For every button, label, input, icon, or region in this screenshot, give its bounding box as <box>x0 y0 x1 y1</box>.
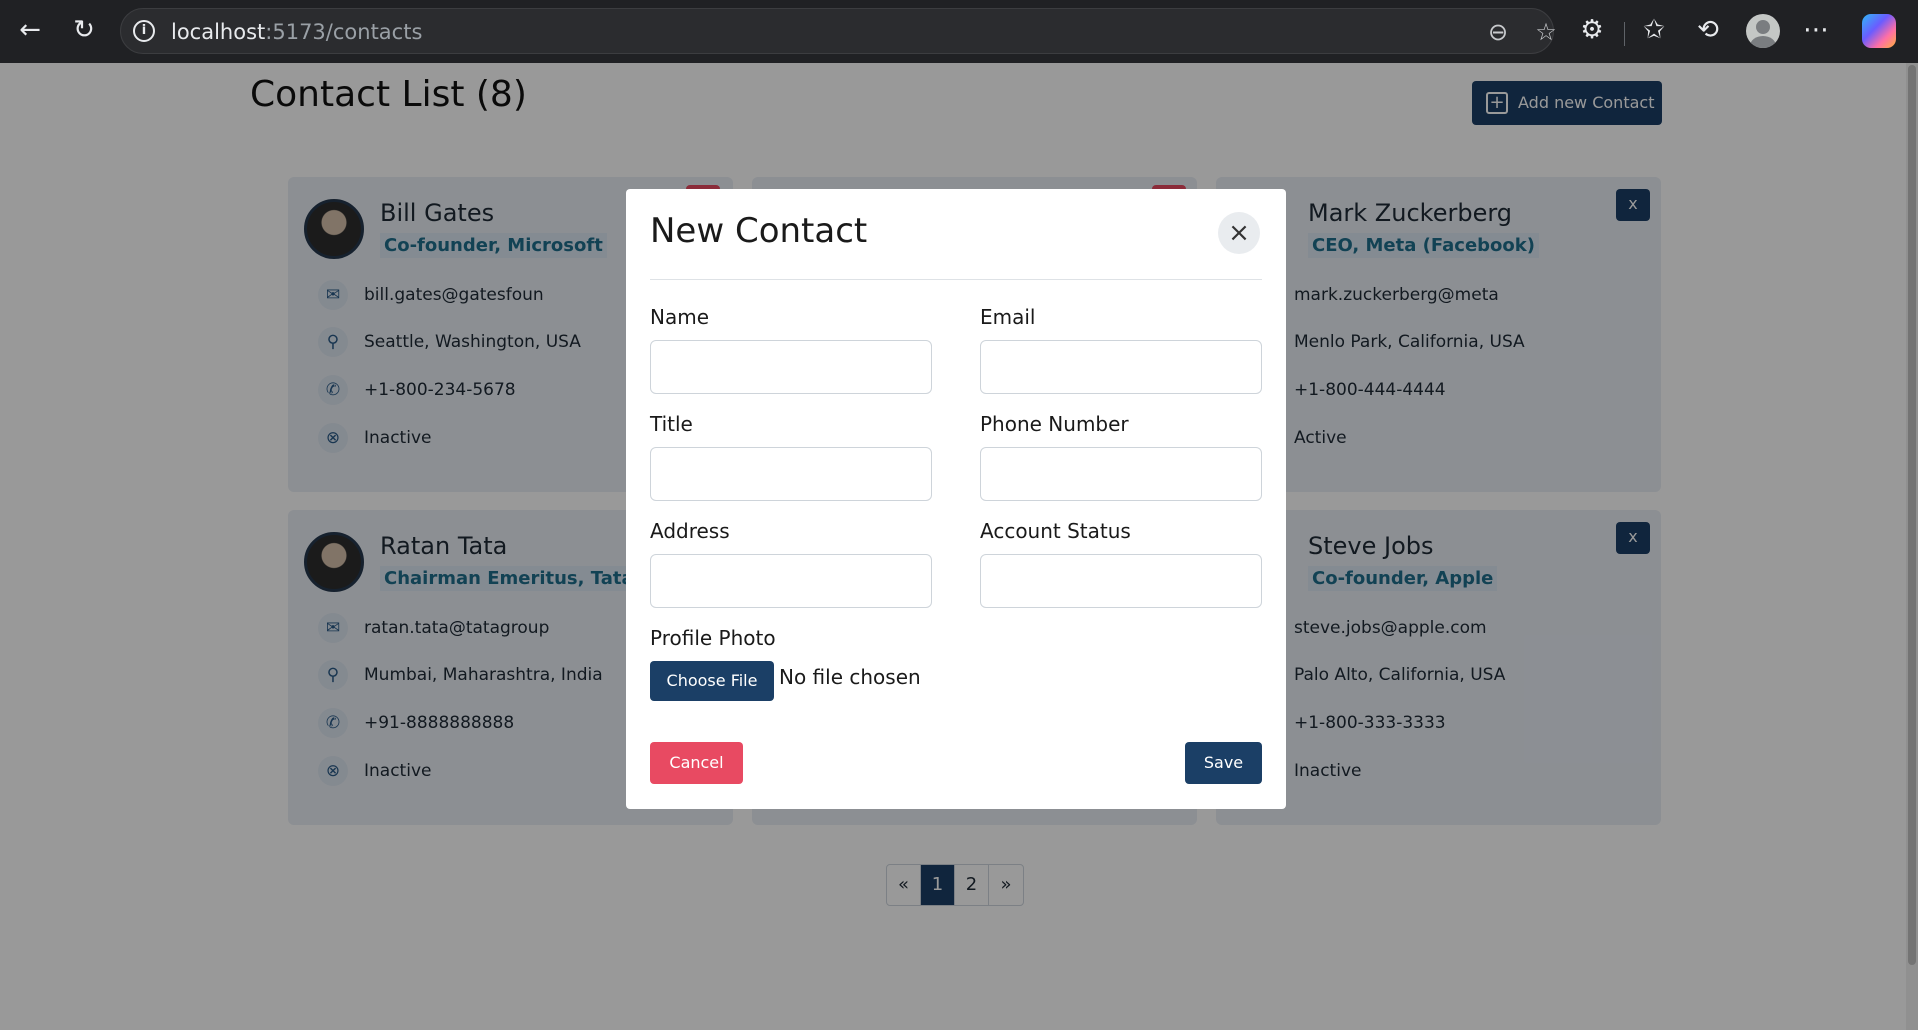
toolbar-divider <box>1624 22 1625 46</box>
favorite-star-icon[interactable]: ☆ <box>1531 17 1561 47</box>
url-text[interactable]: localhost:5173/contacts <box>171 20 422 44</box>
address-input[interactable] <box>650 554 932 608</box>
phone-input[interactable] <box>980 447 1262 501</box>
url-path: :5173/contacts <box>265 20 423 44</box>
cancel-button[interactable]: Cancel <box>650 742 743 784</box>
no-file-text: No file chosen <box>779 665 921 689</box>
address-bar[interactable]: i localhost:5173/contacts ⊖ ☆ <box>120 8 1557 54</box>
modal-title: New Contact <box>650 211 868 251</box>
address-label: Address <box>650 519 730 543</box>
browser-toolbar: ← ↻ i localhost:5173/contacts ⊖ ☆ ⚙ ✩ ⟲ … <box>0 0 1918 63</box>
site-info-icon[interactable]: i <box>133 20 155 42</box>
email-label: Email <box>980 305 1036 329</box>
extensions-icon[interactable]: ⚙ <box>1574 12 1610 48</box>
title-input[interactable] <box>650 447 932 501</box>
close-icon[interactable]: × <box>1218 212 1260 254</box>
choose-file-button[interactable]: Choose File <box>650 661 774 701</box>
copilot-icon[interactable] <box>1862 14 1896 48</box>
phone-label: Phone Number <box>980 412 1129 436</box>
favorites-icon[interactable]: ✩ <box>1636 12 1672 48</box>
url-host: localhost <box>171 20 266 44</box>
profile-avatar[interactable] <box>1746 14 1780 48</box>
more-icon[interactable]: ⋯ <box>1798 12 1834 48</box>
reload-icon[interactable]: ↻ <box>66 12 102 48</box>
email-input[interactable] <box>980 340 1262 394</box>
title-label: Title <box>650 412 693 436</box>
account-status-input[interactable] <box>980 554 1262 608</box>
zoom-out-icon[interactable]: ⊖ <box>1483 17 1513 47</box>
back-icon[interactable]: ← <box>12 12 48 48</box>
save-button[interactable]: Save <box>1185 742 1262 784</box>
new-contact-modal: New Contact × Name Email Title Phone Num… <box>626 189 1286 809</box>
name-label: Name <box>650 305 710 329</box>
account-status-label: Account Status <box>980 519 1131 543</box>
modal-divider <box>650 279 1262 280</box>
profile-photo-label: Profile Photo <box>650 626 776 650</box>
name-input[interactable] <box>650 340 932 394</box>
history-icon[interactable]: ⟲ <box>1690 12 1726 48</box>
